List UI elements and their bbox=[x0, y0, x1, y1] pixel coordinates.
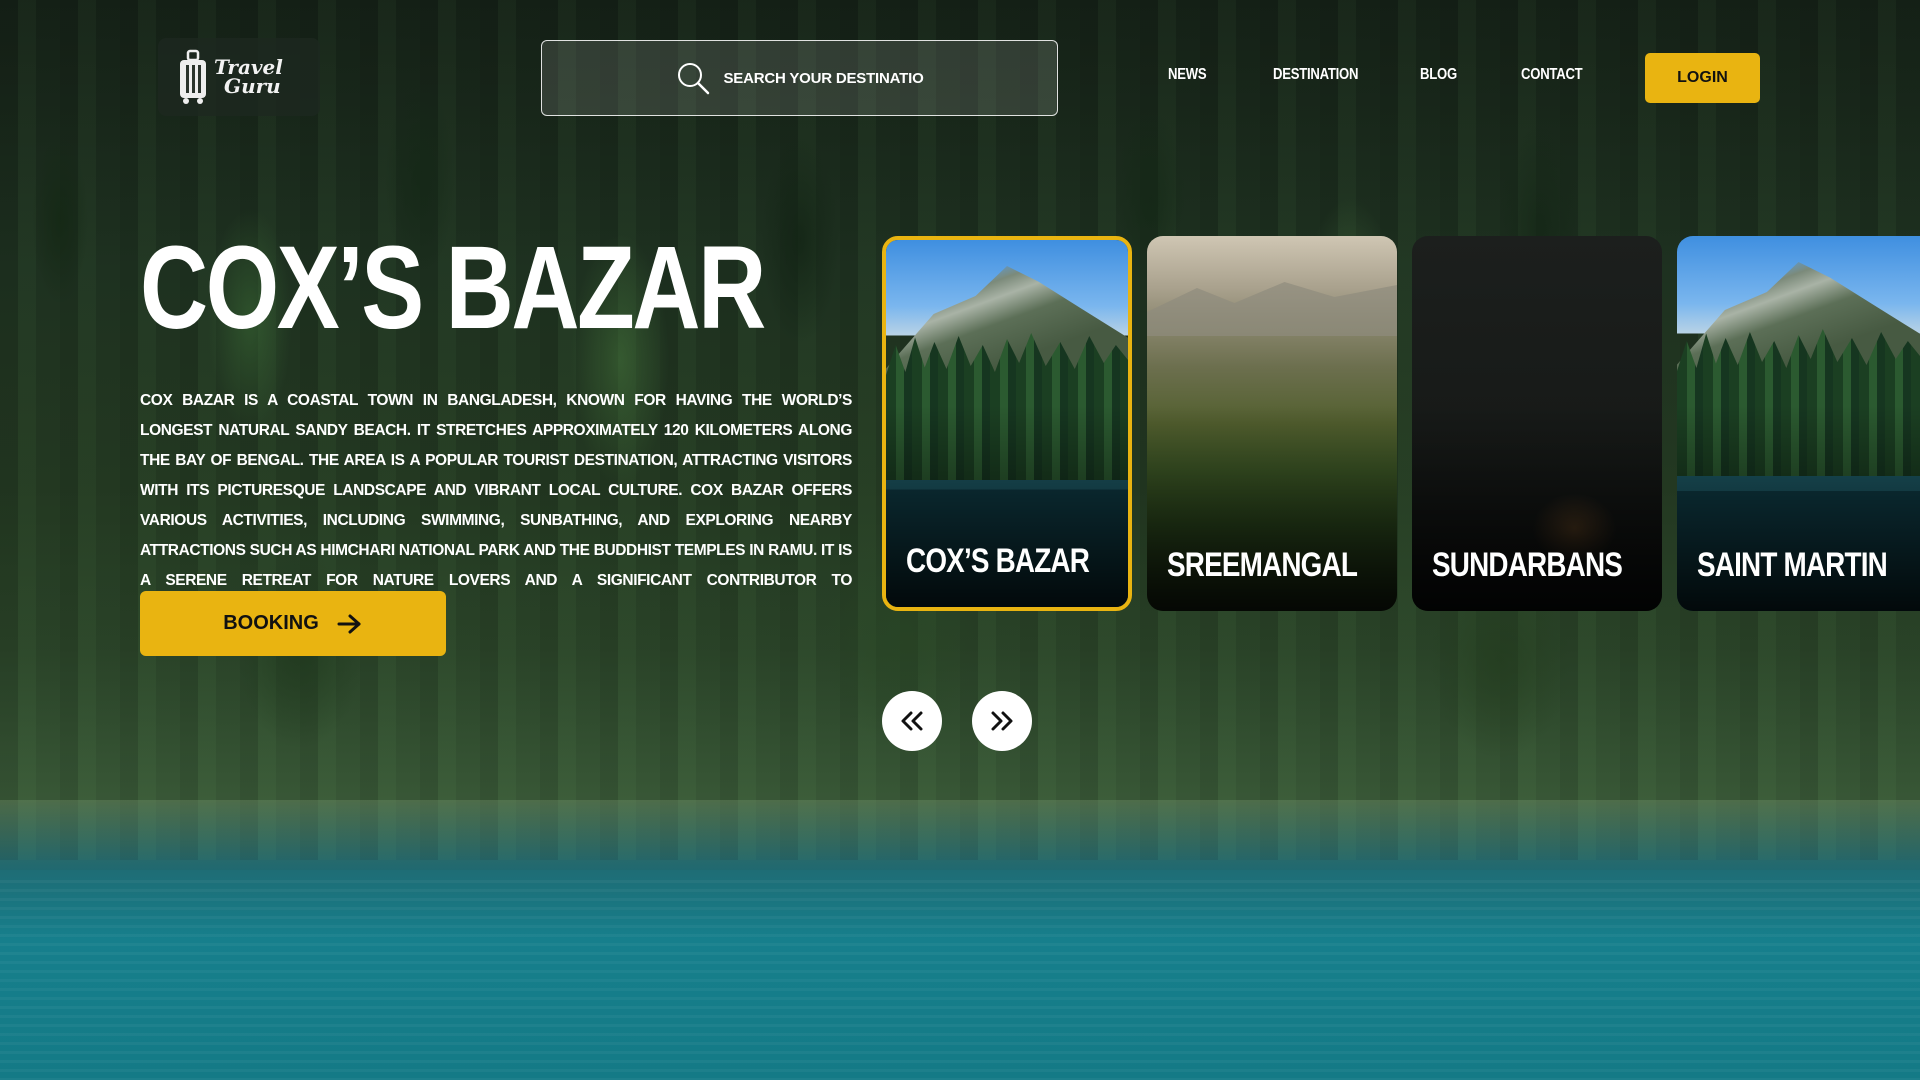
card-label: COX’S BAZAR bbox=[906, 542, 1090, 580]
card-label: SREEMANGAL bbox=[1167, 546, 1358, 584]
search-bar[interactable] bbox=[541, 40, 1058, 116]
hero-description: COX BAZAR IS A COASTAL TOWN IN BANGLADES… bbox=[140, 392, 852, 619]
nav-news[interactable]: NEWS bbox=[1168, 66, 1207, 84]
destination-card-sreemangal[interactable]: SREEMANGAL bbox=[1147, 236, 1397, 611]
slider-prev-button[interactable] bbox=[882, 691, 942, 751]
hero-title: COX’S BAZAR bbox=[140, 222, 766, 354]
booking-label: BOOKING bbox=[223, 612, 319, 634]
search-icon bbox=[677, 63, 709, 95]
logo-text: Travel Guru bbox=[214, 57, 283, 98]
double-chevron-right-icon bbox=[991, 711, 1013, 731]
double-chevron-left-icon bbox=[901, 711, 923, 731]
nav-destination[interactable]: DESTINATION bbox=[1273, 66, 1359, 84]
card-label: SUNDARBANS bbox=[1432, 546, 1623, 584]
booking-button[interactable]: BOOKING bbox=[140, 591, 446, 656]
logo-line-2: Guru bbox=[224, 74, 281, 98]
destination-card-saint-martin[interactable]: SAINT MARTIN bbox=[1677, 236, 1920, 611]
login-button[interactable]: LOGIN bbox=[1645, 53, 1760, 103]
lake-water bbox=[0, 880, 1920, 1080]
slider-next-button[interactable] bbox=[972, 691, 1032, 751]
brand-logo[interactable]: Travel Guru bbox=[158, 38, 320, 116]
suitcase-icon bbox=[180, 49, 206, 104]
card-label: SAINT MARTIN bbox=[1697, 546, 1888, 584]
arrow-right-icon bbox=[337, 614, 361, 633]
destination-card-coxs-bazar[interactable]: COX’S BAZAR bbox=[882, 236, 1132, 611]
search-input[interactable] bbox=[723, 69, 924, 87]
nav-blog[interactable]: BLOG bbox=[1420, 66, 1457, 84]
nav-contact[interactable]: CONTACT bbox=[1521, 66, 1583, 84]
destination-card-sundarbans[interactable]: SUNDARBANS bbox=[1412, 236, 1662, 611]
shoreline bbox=[0, 800, 1920, 870]
